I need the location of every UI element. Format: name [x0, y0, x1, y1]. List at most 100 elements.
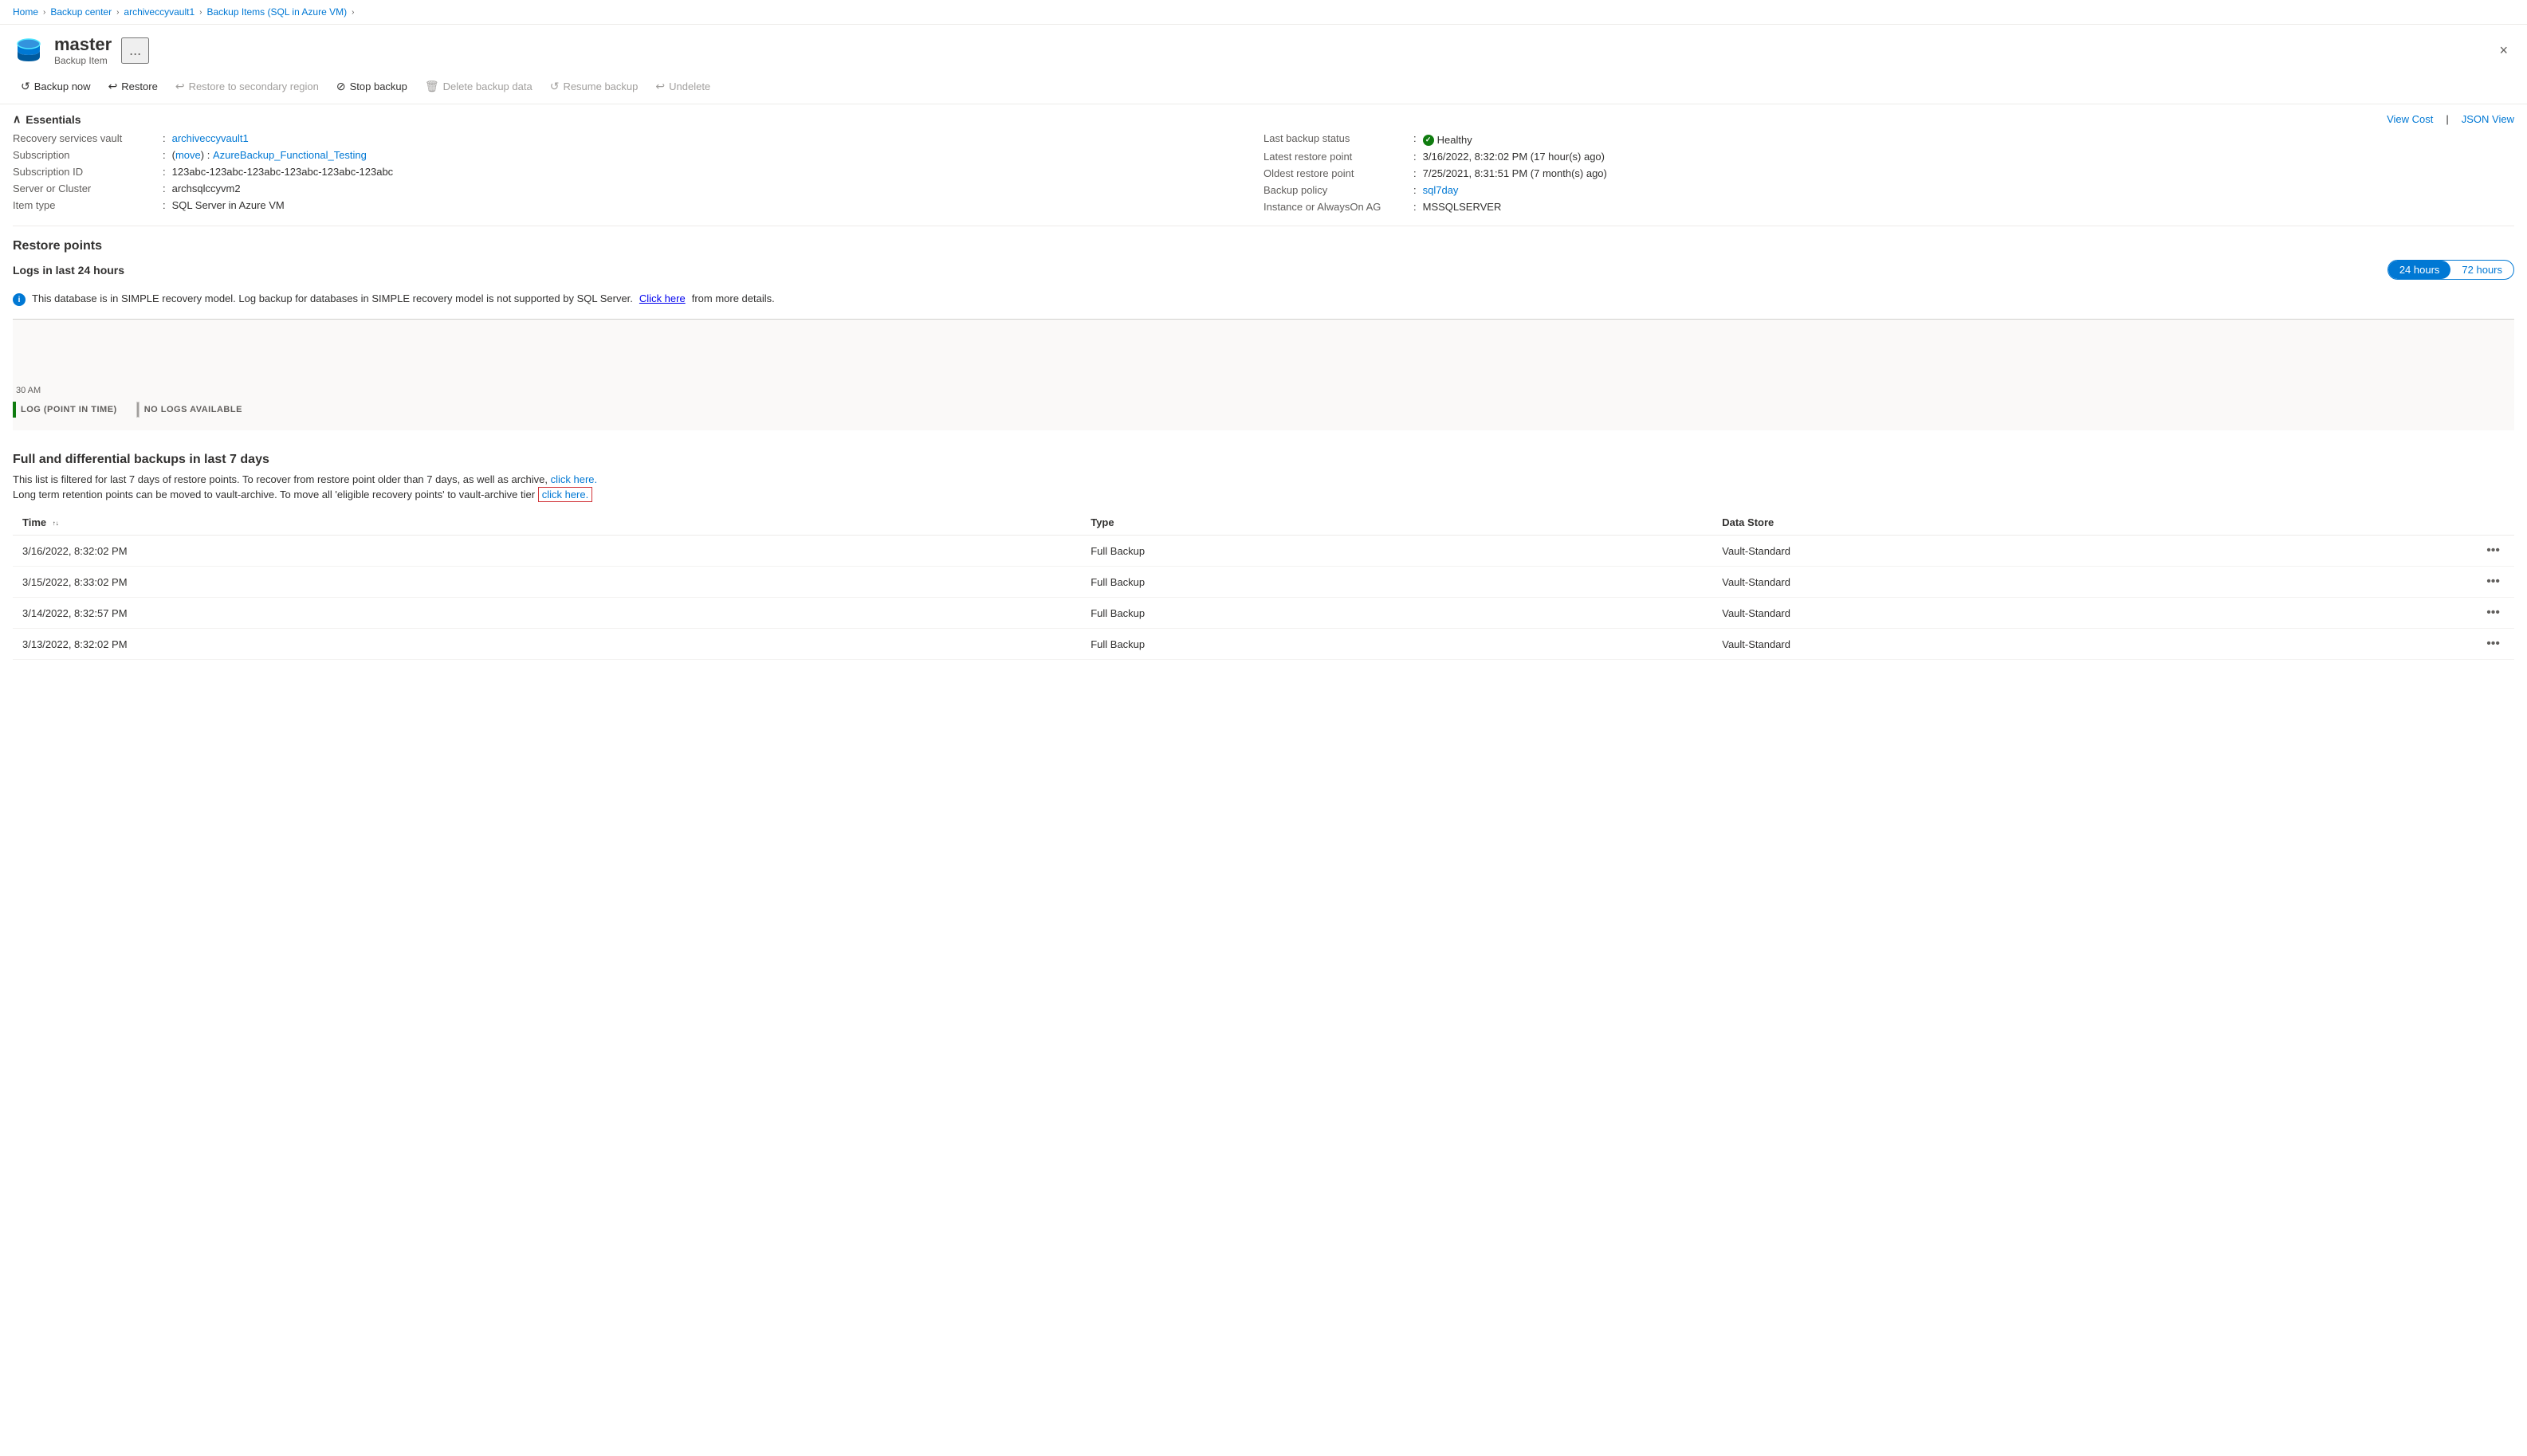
vault-link[interactable]: archiveccyvault1: [172, 132, 249, 144]
col-time: Time ↑↓: [13, 510, 1081, 536]
undelete-label: Undelete: [669, 80, 710, 92]
resume-backup-label: Resume backup: [563, 80, 638, 92]
cell-type-3: Full Backup: [1081, 629, 1712, 660]
stop-backup-label: Stop backup: [350, 80, 407, 92]
view-cost-link[interactable]: View Cost: [2387, 113, 2433, 125]
essentials-status-row: Last backup status : Healthy: [1264, 132, 2514, 146]
essentials-links: View Cost | JSON View: [2387, 113, 2514, 125]
delete-backup-button[interactable]: 🗑 Delete backup data: [417, 76, 540, 97]
restore-secondary-label: Restore to secondary region: [189, 80, 319, 92]
info-suffix: from more details.: [692, 292, 775, 304]
sort-icon-time[interactable]: ↑↓: [53, 520, 59, 527]
cell-type-1: Full Backup: [1081, 567, 1712, 598]
policy-link[interactable]: sql7day: [1423, 184, 1459, 196]
essentials-subscription-row: Subscription : (move) : AzureBackup_Func…: [13, 149, 1264, 161]
full-backups-title: Full and differential backups in last 7 …: [13, 443, 2514, 473]
restore-secondary-icon: ↩: [175, 80, 185, 93]
essentials-toggle[interactable]: ∧ Essentials: [13, 112, 81, 126]
resume-backup-button[interactable]: ↺ Resume backup: [542, 76, 646, 97]
chevron-down-icon: ∧: [13, 112, 21, 126]
essentials-left-col: Recovery services vault : archiveccyvaul…: [13, 132, 1264, 213]
breadcrumb-backup-center[interactable]: Backup center: [50, 6, 112, 18]
breadcrumb-vault[interactable]: archiveccyvault1: [124, 6, 195, 18]
subid-value: 123abc-123abc-123abc-123abc-123abc-123ab…: [172, 166, 394, 178]
close-button[interactable]: ×: [2493, 39, 2514, 62]
breadcrumb-sep-4: ›: [352, 8, 354, 17]
table-row: 3/13/2022, 8:32:02 PM Full Backup Vault-…: [13, 629, 2514, 660]
col-type: Type: [1081, 510, 1712, 536]
table-row: 3/14/2022, 8:32:57 PM Full Backup Vault-…: [13, 598, 2514, 629]
backups-desc1-link[interactable]: click here.: [551, 473, 598, 485]
undelete-button[interactable]: ↩ Undelete: [647, 76, 718, 97]
restore-button[interactable]: ↩ Restore: [100, 76, 166, 97]
restore-icon: ↩: [108, 80, 118, 93]
essentials-subid-row: Subscription ID : 123abc-123abc-123abc-1…: [13, 166, 1264, 178]
backups-desc2-link[interactable]: click here.: [538, 487, 593, 502]
full-backups-section: Full and differential backups in last 7 …: [13, 443, 2514, 660]
cell-datastore-3: Vault-Standard: [1712, 629, 2466, 660]
subscription-link[interactable]: AzureBackup_Functional_Testing: [213, 149, 367, 161]
timeline-area: 30 AM LOG (POINT IN TIME) NO LOGS AVAILA…: [13, 319, 2514, 430]
row-more-button-3[interactable]: •••: [2482, 635, 2505, 653]
breadcrumb-home[interactable]: Home: [13, 6, 38, 18]
undelete-icon: ↩: [655, 80, 665, 93]
move-link[interactable]: move: [175, 149, 201, 161]
restore-secondary-button[interactable]: ↩ Restore to secondary region: [167, 76, 327, 97]
logs-title: Logs in last 24 hours: [13, 264, 124, 277]
cell-actions-2: •••: [2466, 598, 2514, 629]
table-header: Time ↑↓ Type Data Store: [13, 510, 2514, 536]
database-icon: [13, 34, 45, 66]
subid-label: Subscription ID: [13, 166, 156, 178]
backups-desc2-prefix: Long term retention points can be moved …: [13, 489, 535, 500]
row-more-button-1[interactable]: •••: [2482, 573, 2505, 591]
time-toggle: 24 hours 72 hours: [2387, 260, 2514, 280]
cell-time-2: 3/14/2022, 8:32:57 PM: [13, 598, 1081, 629]
breadcrumb-backup-items[interactable]: Backup Items (SQL in Azure VM): [206, 6, 347, 18]
info-link[interactable]: Click here: [639, 292, 686, 304]
latest-value: 3/16/2022, 8:32:02 PM (17 hour(s) ago): [1423, 151, 1605, 163]
cell-actions-0: •••: [2466, 536, 2514, 567]
essentials-oldest-row: Oldest restore point : 7/25/2021, 8:31:5…: [1264, 167, 2514, 179]
log-legend: LOG (POINT IN TIME) NO LOGS AVAILABLE: [13, 395, 242, 424]
latest-label: Latest restore point: [1264, 151, 1407, 163]
log-color-gray: [136, 402, 140, 418]
backup-now-button[interactable]: ↺ Backup now: [13, 76, 99, 97]
header-text: master Backup Item: [54, 34, 112, 66]
cell-datastore-2: Vault-Standard: [1712, 598, 2466, 629]
status-label: Last backup status: [1264, 132, 1407, 144]
stop-backup-button[interactable]: ⊘ Stop backup: [328, 76, 415, 97]
toggle-72h-button[interactable]: 72 hours: [2450, 261, 2513, 279]
status-icon: [1423, 135, 1434, 146]
instance-label: Instance or AlwaysOn AG: [1264, 201, 1407, 213]
breadcrumb-sep-2: ›: [116, 8, 119, 17]
policy-label: Backup policy: [1264, 184, 1407, 196]
vault-label: Recovery services vault: [13, 132, 156, 144]
page-subtitle: Backup Item: [54, 55, 112, 66]
delete-icon: 🗑: [425, 80, 439, 93]
logs-header: Logs in last 24 hours 24 hours 72 hours: [13, 260, 2514, 280]
cell-time-3: 3/13/2022, 8:32:02 PM: [13, 629, 1081, 660]
toggle-24h-button[interactable]: 24 hours: [2388, 261, 2451, 279]
backups-desc1-prefix: This list is filtered for last 7 days of…: [13, 473, 548, 485]
table-row: 3/15/2022, 8:33:02 PM Full Backup Vault-…: [13, 567, 2514, 598]
info-box: i This database is in SIMPLE recovery mo…: [13, 286, 2514, 312]
backups-desc2: Long term retention points can be moved …: [13, 489, 2514, 500]
log-legend-item-1: LOG (POINT IN TIME): [13, 402, 117, 418]
link-sep: |: [2446, 113, 2448, 125]
toolbar: ↺ Backup now ↩ Restore ↩ Restore to seco…: [0, 73, 2527, 104]
header-more-button[interactable]: ...: [121, 37, 149, 64]
row-more-button-0[interactable]: •••: [2482, 542, 2505, 559]
stop-backup-icon: ⊘: [336, 80, 346, 93]
status-value: Healthy: [1423, 134, 1472, 146]
cell-datastore-1: Vault-Standard: [1712, 567, 2466, 598]
row-more-button-2[interactable]: •••: [2482, 604, 2505, 622]
cell-datastore-0: Vault-Standard: [1712, 536, 2466, 567]
log-legend-item-2: NO LOGS AVAILABLE: [136, 402, 242, 418]
essentials-server-row: Server or Cluster : archsqlccyvm2: [13, 182, 1264, 194]
log-color-green: [13, 402, 16, 418]
backup-now-icon: ↺: [21, 80, 30, 93]
oldest-label: Oldest restore point: [1264, 167, 1407, 179]
page-header: master Backup Item ... ×: [0, 25, 2527, 73]
header-left: master Backup Item ...: [13, 34, 149, 66]
json-view-link[interactable]: JSON View: [2462, 113, 2514, 125]
